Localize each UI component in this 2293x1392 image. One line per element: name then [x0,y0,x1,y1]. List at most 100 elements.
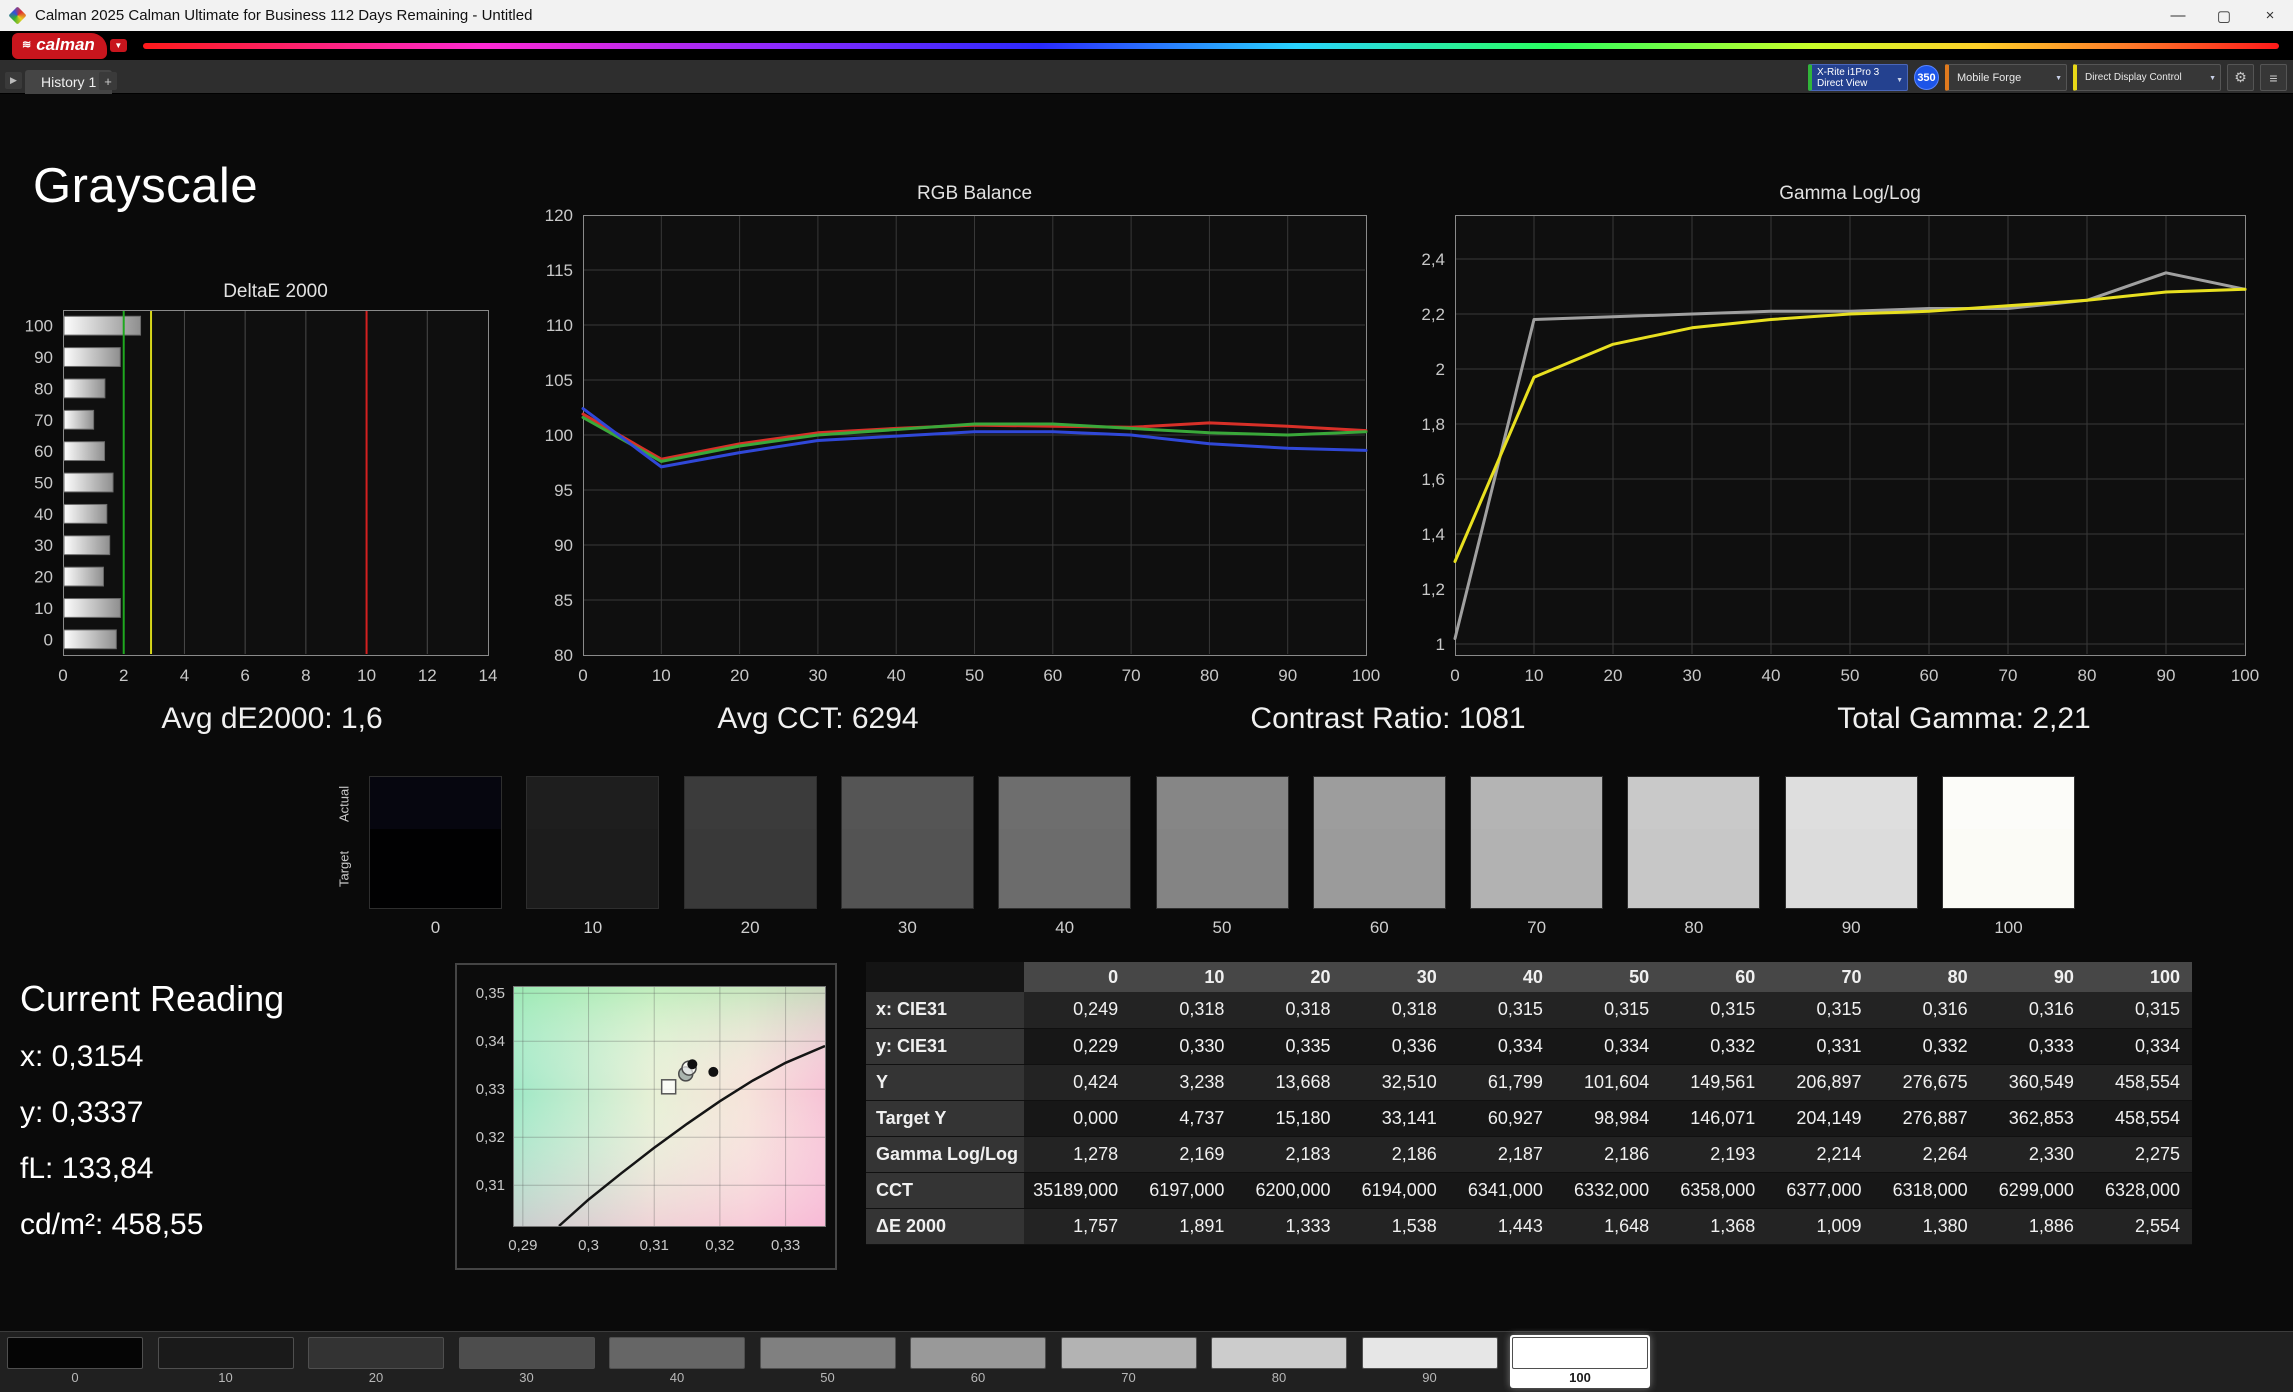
table-cell: 2,193 [1661,1136,1768,1173]
patch-label: 80 [1271,1370,1287,1385]
table-row: CCT 35189,000 6197,000 6200,000 6194,000 6341… [866,1172,2193,1209]
level-patch-30[interactable]: 30 [457,1335,597,1388]
level-patch-50[interactable]: 50 [758,1335,898,1388]
level-patch-40[interactable]: 40 [607,1335,747,1388]
table-cell: 6197,000 [1130,1172,1237,1209]
table-cell: 6318,000 [1873,1172,1980,1209]
brand-menu-caret[interactable]: ▼ [109,39,127,52]
level-patch-90[interactable]: 90 [1360,1335,1500,1388]
settings-button[interactable]: ⚙ [2227,64,2254,91]
patch-color [759,1337,896,1369]
table-row-label: Y [866,1064,1024,1101]
table-col-header: 20 [1236,962,1343,992]
svg-text:85: 85 [554,591,573,610]
table-corner-cell [866,962,1024,992]
svg-text:10: 10 [34,599,53,618]
swatch-level-label: 10 [583,918,603,937]
svg-text:60: 60 [34,442,53,461]
total-gamma-stat: Total Gamma: 2,21 [1837,702,2091,735]
svg-text:0,31: 0,31 [476,1177,505,1194]
svg-text:10: 10 [652,666,671,685]
svg-text:2: 2 [119,666,128,685]
table-cell: 149,561 [1661,1064,1768,1101]
table-row-label: ΔE 2000 [866,1208,1024,1245]
source-label: Mobile Forge [1957,71,2022,84]
swatch-target-color [1156,829,1288,908]
table-cell: 1,891 [1130,1208,1237,1245]
table-row: Y 0,424 3,238 13,668 32,510 61,799 101,604 149,… [866,1064,2193,1101]
svg-text:1,2: 1,2 [1421,580,1445,599]
table-cell: 458,554 [2085,1064,2193,1101]
table-cell: 0,334 [1448,1028,1555,1065]
level-patch-100[interactable]: 100 [1510,1335,1650,1388]
svg-text:RGB Balance: RGB Balance [917,183,1032,204]
source-selector[interactable]: Mobile Forge ▼ [1945,64,2067,91]
level-patch-70[interactable]: 70 [1059,1335,1199,1388]
tab-bar-right-controls: X-Rite i1Pro 3 Direct View ▼ 350 Mobile … [1808,64,2287,91]
table-cell: 276,887 [1873,1100,1980,1137]
swatch-level-label: 60 [1369,918,1389,937]
level-patch-20[interactable]: 20 [306,1335,446,1388]
svg-text:1,4: 1,4 [1421,525,1445,544]
svg-text:0: 0 [58,666,67,685]
swatch-actual-color [841,777,973,829]
swatch-actual-color [1628,777,1760,829]
table-cell: 1,648 [1554,1208,1662,1245]
swatch-target-color [1943,829,2074,908]
patch-label: 10 [218,1370,233,1385]
table-cell: 0,249 [1024,992,1131,1029]
svg-text:8: 8 [301,666,310,685]
maximize-button[interactable]: ▢ [2201,0,2247,31]
grayscale-swatch-70: 70 [1470,776,1604,937]
svg-text:20: 20 [1604,666,1623,685]
swatch-level-label: 80 [1684,918,1704,937]
swatch-level-label: 70 [1527,918,1547,937]
patch-color [7,1337,143,1369]
rgb-balance-chart: 0 10 20 30 40 50 60 70 80 90 100 80 85 90 95 100 105 110 1… [545,183,1381,685]
patch-label: 20 [368,1370,384,1385]
table-cell: 6328,000 [2085,1172,2193,1209]
add-tab-button[interactable]: + [99,72,117,90]
svg-text:10: 10 [357,666,376,685]
svg-text:1: 1 [1436,635,1445,654]
table-cell: 2,554 [2085,1208,2193,1245]
close-button[interactable]: × [2247,0,2293,31]
svg-text:Gamma Log/Log: Gamma Log/Log [1779,183,1921,204]
minimize-button[interactable]: — [2155,0,2201,31]
level-patch-0[interactable]: 0 [5,1335,145,1388]
table-cell: 0,315 [2085,992,2193,1029]
svg-text:0,3: 0,3 [578,1237,599,1254]
patch-label: 30 [519,1370,534,1385]
calman-logo[interactable]: ≋ calman [12,32,107,59]
svg-text:1,8: 1,8 [1421,415,1445,434]
table-cell: 0,424 [1024,1064,1131,1101]
table-cell: 6341,000 [1448,1172,1555,1209]
contrast-ratio-stat: Contrast Ratio: 1081 [1250,702,1526,735]
svg-text:0,29: 0,29 [508,1237,537,1254]
svg-text:100: 100 [545,426,573,445]
calman-logo-mark: ≋ [22,39,32,51]
svg-text:80: 80 [554,646,573,665]
tab-scroll-button[interactable]: ▶ [5,72,22,89]
swatch-target-color [841,829,973,908]
table-cell: 362,853 [1979,1100,2086,1137]
svg-text:30: 30 [808,666,827,685]
svg-text:115: 115 [546,261,573,280]
level-patch-60[interactable]: 60 [908,1335,1048,1388]
table-col-header: 80 [1873,962,1980,992]
gamma-loglog-chart: 0 10 20 30 40 50 60 70 80 90 100 1 1,2 1,4 1,6 1,8 2 2,2 2… [1421,183,2259,685]
svg-text:0: 0 [44,630,53,649]
display-control-selector[interactable]: Direct Display Control ▼ [2073,64,2221,91]
table-cell: 3,238 [1130,1064,1237,1101]
table-row-label: x: CIE31 [866,992,1024,1029]
meter-selector[interactable]: X-Rite i1Pro 3 Direct View ▼ [1808,64,1908,91]
table-cell: 98,984 [1554,1100,1662,1137]
menu-button[interactable]: ≡ [2260,64,2287,91]
svg-text:12: 12 [418,666,437,685]
level-patch-80[interactable]: 80 [1209,1335,1349,1388]
level-patch-10[interactable]: 10 [156,1335,296,1388]
table-row-label: Target Y [866,1100,1024,1137]
swatch-actual-color [684,777,816,829]
svg-text:0,31: 0,31 [640,1237,669,1254]
swatch-target-color [1628,829,1760,908]
